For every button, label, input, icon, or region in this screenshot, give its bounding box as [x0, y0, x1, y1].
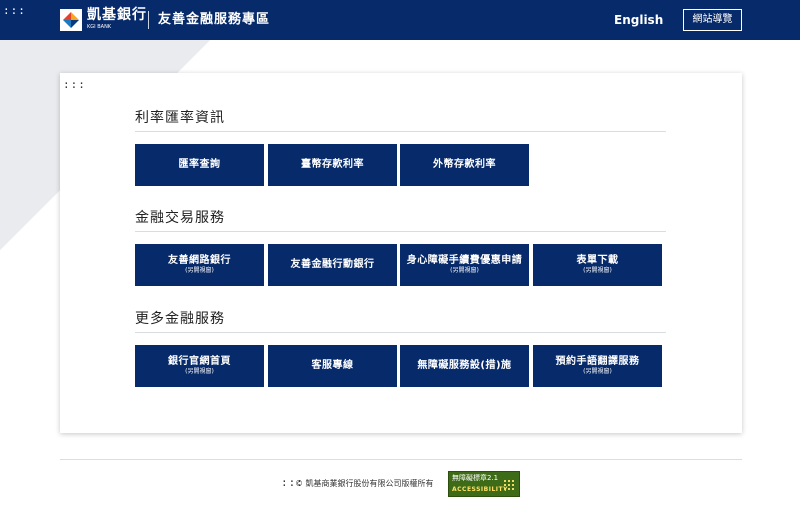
section-more-services: 更多金融服務 銀行官網首頁 (另開視窗) 客服專線 無障礙服務設(措)施 預約手… [135, 310, 666, 387]
section-financial-transactions: 金融交易服務 友善網路銀行 (另開視窗) 友善金融行動銀行 身心障礙手續費優惠申… [135, 209, 666, 286]
button-label: 客服專線 [311, 360, 354, 371]
foreign-deposit-rate-button[interactable]: 外幣存款利率 [400, 144, 529, 186]
bank-name-english: KGI BANK [87, 24, 112, 30]
main-content-card: ::: 利率匯率資訊 匯率查詢 臺幣存款利率 外幣存款利率 金融交易服務 友善網… [60, 73, 742, 433]
opens-new-window-note: (另開視窗) [450, 267, 479, 274]
form-download-button[interactable]: 表單下載 (另開視窗) [533, 244, 662, 286]
section-title: 金融交易服務 [135, 209, 666, 232]
button-label: 預約手語翻譯服務 [555, 356, 640, 367]
section-title: 更多金融服務 [135, 310, 666, 333]
sign-language-booking-button[interactable]: 預約手語翻譯服務 (另開視窗) [533, 345, 662, 387]
opens-new-window-note: (另開視窗) [185, 368, 214, 375]
sitemap-button[interactable]: 網站導覽 [683, 9, 742, 31]
button-label: 友善網路銀行 [168, 255, 231, 266]
copyright-text: © 凱基商業銀行股份有限公司版權所有 [295, 479, 434, 488]
kgi-logo-icon[interactable] [60, 9, 82, 31]
header-accesskey-link[interactable]: ::: [3, 5, 26, 16]
button-row: 匯率查詢 臺幣存款利率 外幣存款利率 [135, 144, 666, 186]
opens-new-window-note: (另開視窗) [583, 267, 612, 274]
header-divider [148, 11, 149, 29]
english-language-link[interactable]: English [614, 12, 663, 28]
accessibility-badge-label: ACCESSIBILITY [452, 486, 508, 493]
button-row: 銀行官網首頁 (另開視窗) 客服專線 無障礙服務設(措)施 預約手語翻譯服務 (… [135, 345, 666, 387]
customer-service-button[interactable]: 客服專線 [268, 345, 397, 387]
accessibility-badge[interactable]: 無障礙標章2.1 ACCESSIBILITY [448, 471, 520, 497]
site-title: 友善金融服務專區 [158, 12, 271, 27]
opens-new-window-note: (另開視窗) [583, 368, 612, 375]
accessibility-badge-title: 無障礙標章2.1 [452, 474, 499, 482]
main-accesskey-link[interactable]: ::: [63, 79, 86, 90]
button-label: 無障礙服務設(措)施 [417, 360, 512, 371]
opens-new-window-note: (另開視窗) [185, 267, 214, 274]
button-row: 友善網路銀行 (另開視窗) 友善金融行動銀行 身心障礙手續費優惠申請 (另開視窗… [135, 244, 666, 286]
friendly-online-banking-button[interactable]: 友善網路銀行 (另開視窗) [135, 244, 264, 286]
exchange-rate-button[interactable]: 匯率查詢 [135, 144, 264, 186]
site-header: ::: 凱基銀行 KGI BANK 友善金融服務專區 English 網站導覽 [0, 0, 800, 40]
button-label: 表單下載 [576, 255, 619, 266]
bank-homepage-button[interactable]: 銀行官網首頁 (另開視窗) [135, 345, 264, 387]
button-label: 臺幣存款利率 [301, 159, 364, 170]
accessibility-facilities-button[interactable]: 無障礙服務設(措)施 [400, 345, 529, 387]
section-title: 利率匯率資訊 [135, 109, 666, 132]
footer-divider [60, 459, 742, 460]
braille-dots-icon [503, 479, 516, 492]
button-label: 友善金融行動銀行 [290, 259, 375, 270]
button-label: 銀行官網首頁 [168, 356, 231, 367]
friendly-mobile-banking-button[interactable]: 友善金融行動銀行 [268, 244, 397, 286]
button-label: 身心障礙手續費優惠申請 [406, 255, 523, 266]
disability-fee-discount-button[interactable]: 身心障礙手續費優惠申請 (另開視窗) [400, 244, 529, 286]
button-label: 匯率查詢 [178, 159, 221, 170]
twd-deposit-rate-button[interactable]: 臺幣存款利率 [268, 144, 397, 186]
bank-name[interactable]: 凱基銀行 [87, 7, 147, 23]
section-rate-info: 利率匯率資訊 匯率查詢 臺幣存款利率 外幣存款利率 [135, 109, 666, 186]
button-label: 外幣存款利率 [433, 159, 496, 170]
